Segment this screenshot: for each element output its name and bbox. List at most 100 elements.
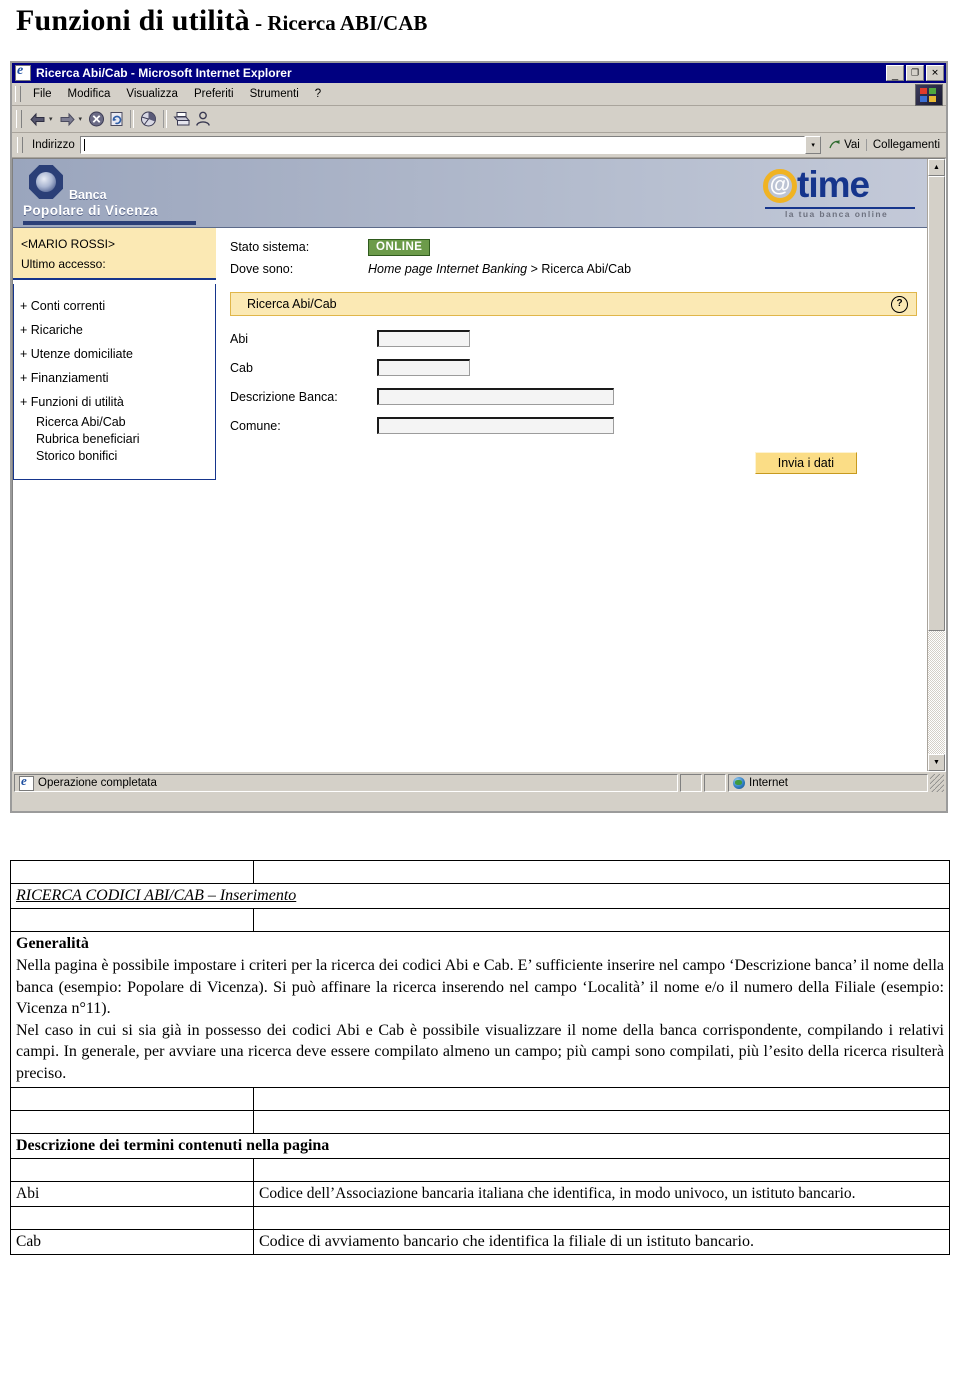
documentation-table: RICERCA CODICI ABI/CAB – Inserimento Gen… (10, 860, 950, 1256)
minimize-button[interactable]: _ (886, 65, 904, 81)
spacer-cell-right-3 (253, 1086, 950, 1111)
status-message: Operazione completata (38, 777, 157, 789)
status-badge: ONLINE (368, 238, 431, 256)
table-row: Cab Codice di avviamento bancario che id… (10, 1228, 950, 1256)
sidebar-subitem-ricerca-abi-cab[interactable]: Ricerca Abi/Cab (20, 414, 215, 431)
form-row-cab: Cab (230, 359, 927, 376)
brand-word: time (797, 164, 870, 205)
browser-titlebar: Ricerca Abi/Cab - Microsoft Internet Exp… (12, 63, 946, 83)
menu-bar: File Modifica Visualizza Preferiti Strum… (12, 83, 946, 106)
sidebar-item-funzioni-di-utilita[interactable]: + Funzioni di utilità (20, 390, 215, 414)
go-button[interactable]: Vai (821, 139, 866, 151)
submit-button[interactable]: Invia i dati (754, 452, 857, 474)
menu-item-strumenti[interactable]: Strumenti (242, 86, 307, 102)
scrollbar-thumb[interactable] (928, 176, 945, 631)
status-message-cell: Operazione completata (14, 774, 678, 792)
stop-button[interactable] (86, 108, 107, 130)
menu-item-help[interactable]: ? (307, 86, 329, 102)
comune-label: Comune: (230, 418, 281, 433)
scroll-down-button[interactable]: ▼ (928, 754, 945, 771)
address-grip-handle[interactable] (17, 137, 23, 153)
toolbar-separator-2 (163, 110, 168, 128)
table-row (10, 908, 950, 933)
section-title-cell: RICERCA CODICI ABI/CAB – Inserimento (10, 882, 950, 910)
back-button[interactable] (27, 108, 48, 130)
windows-flag-icon (915, 84, 943, 106)
bank-name-line1: Banca (69, 188, 107, 202)
resize-grip[interactable] (930, 774, 944, 792)
breadcrumb: Home page Internet Banking > Ricerca Abi… (368, 258, 631, 280)
bank-logo-rule (23, 221, 196, 225)
page-viewport: Banca Popolare di Vicenza time la tua ba… (12, 158, 946, 772)
spacer-cell-left-2 (10, 908, 254, 933)
menu-item-preferiti[interactable]: Preferiti (186, 86, 242, 102)
status-extra-cell-1 (680, 774, 702, 792)
refresh-button[interactable] (107, 108, 126, 130)
edit-button[interactable] (193, 108, 213, 130)
cab-input[interactable] (377, 359, 470, 376)
address-dropdown-button[interactable]: ▾ (805, 136, 822, 154)
sidebar-item-finanziamenti[interactable]: + Finanziamenti (20, 366, 215, 390)
scroll-up-button[interactable]: ▲ (928, 159, 945, 176)
sidebar-item-utenze-domiciliate[interactable]: + Utenze domiciliate (20, 342, 215, 366)
page-title: Funzioni di utilità - Ricerca ABI/CAB (16, 4, 427, 38)
table-row (10, 1157, 950, 1182)
back-dropdown-caret-icon[interactable]: ▾ (48, 115, 57, 123)
links-button[interactable]: Collegamenti (865, 139, 946, 151)
abi-input[interactable] (377, 330, 470, 347)
page-title-sub: - Ricerca ABI/CAB (249, 11, 428, 35)
attime-brand-logo[interactable]: time la tua banca online (761, 163, 917, 221)
page-title-main: Funzioni di utilità (16, 4, 250, 37)
menu-item-modifica[interactable]: Modifica (60, 86, 119, 102)
sidebar-subitem-rubrica-beneficiari[interactable]: Rubrica beneficiari (20, 431, 215, 448)
close-button[interactable]: ✕ (926, 65, 944, 81)
form-row-abi: Abi (230, 330, 927, 347)
home-globe-icon (141, 111, 157, 127)
scroll-down-icon: ▼ (933, 758, 940, 766)
cab-label: Cab (230, 360, 253, 375)
vertical-scrollbar[interactable]: ▲ ▼ (927, 159, 945, 771)
sidebar-item-conti-correnti[interactable]: + Conti correnti (20, 294, 215, 318)
term-abi: Abi (10, 1180, 254, 1207)
table-row: Generalità Nella pagina è possibile impo… (10, 931, 950, 1088)
security-zone-cell[interactable]: Internet (728, 774, 928, 792)
table-row (10, 1109, 950, 1134)
submit-row: Invia i dati (230, 452, 927, 474)
toolbar-grip-handle[interactable] (16, 110, 22, 128)
breadcrumb-row: Dove sono: Home page Internet Banking > … (230, 258, 927, 280)
address-input[interactable] (79, 136, 806, 154)
status-info: Stato sistema: ONLINE Dove sono: Home pa… (216, 228, 927, 280)
help-icon[interactable]: ? (891, 295, 908, 313)
breadcrumb-home-link[interactable]: Home page Internet Banking (368, 262, 527, 276)
internet-explorer-icon (15, 65, 31, 81)
home-button[interactable] (138, 108, 159, 130)
forward-arrow-icon (60, 112, 75, 126)
menu-item-visualizza[interactable]: Visualizza (118, 86, 186, 102)
page-body: <MARIO ROSSI> Ultimo accesso: + Conti co… (13, 228, 927, 480)
forward-dropdown-caret-icon[interactable]: ▾ (78, 115, 87, 123)
help-glyph: ? (896, 298, 903, 309)
maximize-button[interactable]: ❐ (906, 65, 924, 81)
system-status-label: Stato sistema: (230, 240, 310, 254)
browser-statusbar: Operazione completata Internet (12, 772, 946, 794)
go-label: Vai (844, 139, 860, 151)
bank-logo[interactable]: Banca Popolare di Vicenza (19, 161, 199, 225)
scrollbar-track[interactable] (928, 176, 945, 754)
comune-input[interactable] (377, 417, 614, 434)
brand-tagline: la tua banca online (785, 209, 889, 219)
menu-item-file[interactable]: File (25, 86, 60, 102)
generalita-paragraph-1: Nella pagina è possibile impostare i cri… (16, 956, 944, 1018)
spacer-cell-left-6 (10, 1205, 254, 1230)
sidebar-subitem-storico-bonifici[interactable]: Storico bonifici (20, 448, 215, 465)
close-icon: ✕ (931, 67, 939, 78)
printer-icon (173, 112, 191, 126)
print-button[interactable] (171, 108, 193, 130)
text-caret (83, 139, 85, 151)
table-row: Abi Codice dell’Associazione bancaria it… (10, 1180, 950, 1207)
descrizione-banca-input[interactable] (377, 388, 614, 405)
address-label: Indirizzo (32, 139, 75, 151)
sidebar-item-ricariche[interactable]: + Ricariche (20, 318, 215, 342)
breadcrumb-current: Ricerca Abi/Cab (541, 262, 632, 276)
forward-button[interactable] (57, 108, 78, 130)
menu-grip-handle[interactable] (15, 86, 21, 102)
